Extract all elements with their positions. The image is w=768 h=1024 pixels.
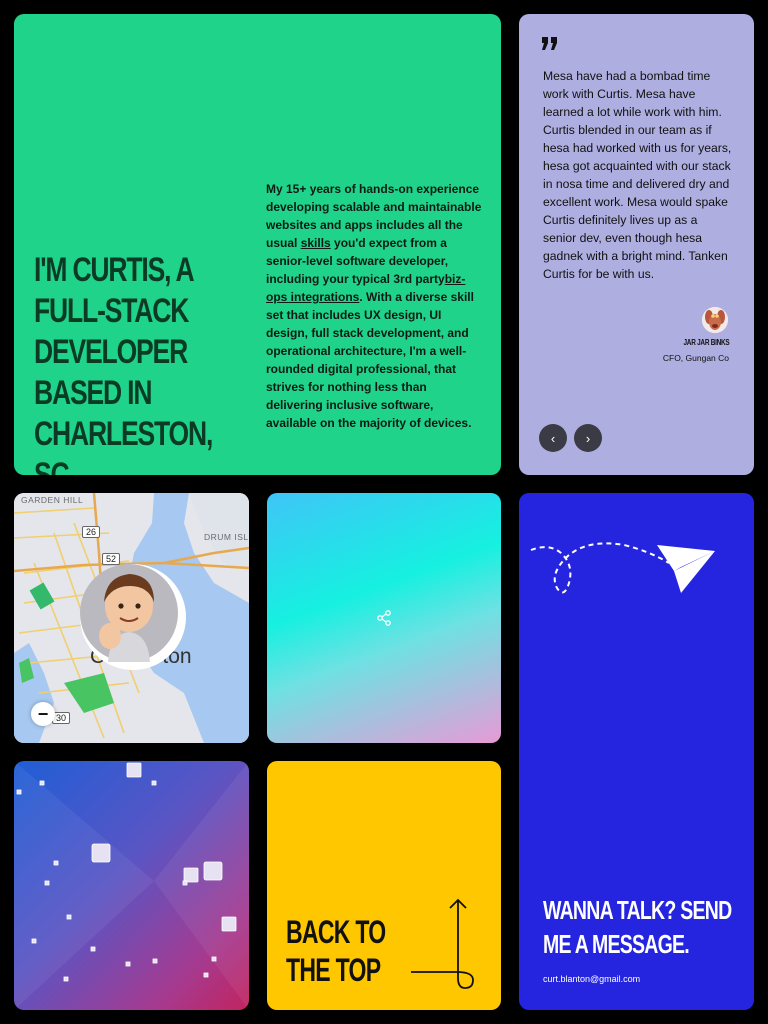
skills-link[interactable]: skills — [301, 236, 331, 250]
intro-bio: My 15+ years of hands-on experience deve… — [266, 180, 482, 432]
abstract-art-card — [14, 761, 249, 1010]
back-to-top-label: Back to the top — [286, 914, 386, 988]
share-card — [267, 493, 501, 743]
memoji-avatar — [80, 564, 178, 662]
profile-avatar — [80, 564, 186, 670]
chevron-right-icon: › — [585, 430, 591, 446]
location-map[interactable]: Garden Hill Drum Isl 26 52 30 Charleston… — [14, 493, 249, 743]
chevron-left-icon: ‹ — [550, 430, 556, 446]
prev-testimonial-button[interactable]: ‹ — [539, 424, 567, 452]
contact-cta: Wanna talk? Send me a message. — [543, 895, 732, 959]
testimonial-author-name: Jar Jar Binks — [683, 338, 729, 347]
arrow-up-icon — [411, 898, 474, 989]
quote-icon — [542, 37, 557, 50]
contact-email[interactable]: curt.blanton@gmail.com — [543, 974, 640, 984]
floating-cubes-graphic — [14, 761, 249, 1010]
testimonial-card: Mesa have had a bombad time work with Cu… — [519, 14, 754, 475]
paper-plane-icon — [530, 542, 715, 594]
testimonial-author-role: CFO, Gungan Co — [662, 353, 729, 363]
intro-card: I'm Curtis, a full-stack developer based… — [14, 14, 501, 475]
bio-text-3: . With a diverse skill set that includes… — [266, 290, 474, 430]
back-to-top-button[interactable]: Back to the top — [267, 761, 501, 1010]
testimonial-quote: Mesa have had a bombad time work with Cu… — [543, 69, 732, 281]
map-label-drum-island: Drum Isl — [204, 532, 249, 542]
zoom-out-button[interactable]: − — [31, 702, 55, 726]
next-testimonial-button[interactable]: › — [574, 424, 602, 452]
intro-headline: I'm Curtis, a full-stack developer based… — [34, 251, 213, 475]
contact-card[interactable]: Wanna talk? Send me a message. curt.blan… — [519, 493, 754, 1010]
share-icon[interactable] — [376, 610, 392, 626]
road-shield-26: 26 — [82, 526, 101, 538]
map-label-garden-hill: Garden Hill — [21, 495, 84, 505]
testimonial-avatar — [702, 307, 728, 333]
